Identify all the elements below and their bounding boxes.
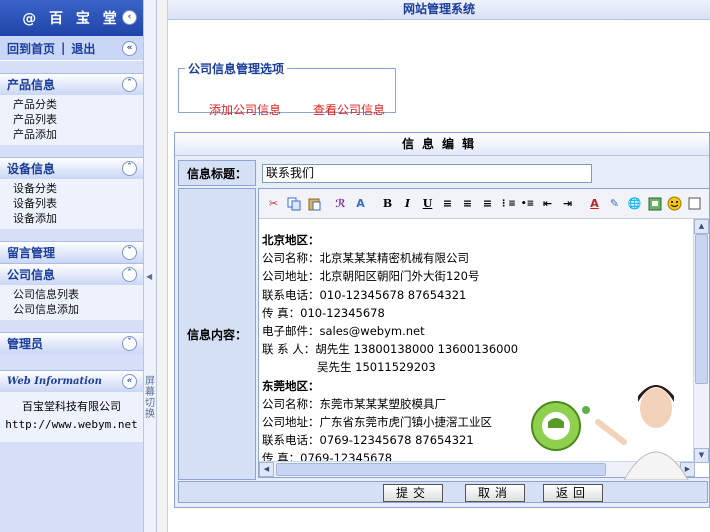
- title-row: 信息标题： 联系我们: [178, 160, 708, 186]
- link-icon[interactable]: 🌐: [626, 195, 643, 212]
- quick-links: 回到首页 | 退出 «: [0, 36, 143, 61]
- menu-item-equipment-list[interactable]: 设备列表: [13, 196, 143, 211]
- image-icon[interactable]: [646, 195, 663, 212]
- scroll-down-icon[interactable]: ▼: [694, 448, 709, 463]
- logo-text: @ 百 宝 堂: [22, 11, 121, 27]
- add-company-info-link[interactable]: 添加公司信息: [209, 101, 281, 118]
- align-center-icon[interactable]: ≡: [459, 195, 476, 212]
- content-line: 传 真：010-12345678: [262, 305, 385, 320]
- menu-item-company-list[interactable]: 公司信息列表: [13, 287, 143, 302]
- menu-header-equipment[interactable]: 设备信息 ˆ: [0, 157, 143, 179]
- page-title: 网站管理系统: [168, 0, 710, 20]
- indent-icon[interactable]: ⇥: [559, 195, 576, 212]
- vertical-scroll-thumb[interactable]: [695, 234, 708, 384]
- menu-item-company-add[interactable]: 公司信息添加: [13, 302, 143, 317]
- web-information-header: Web Information «: [0, 370, 143, 392]
- frame-divider: [157, 0, 168, 532]
- menu-header-messages[interactable]: 留言管理 ˇ: [0, 241, 143, 263]
- company-name: 百宝堂科技有限公司: [22, 400, 121, 413]
- emoticon-icon[interactable]: [666, 195, 683, 212]
- underline-icon[interactable]: U: [419, 195, 436, 212]
- collapse-arrow-icon[interactable]: ◀: [146, 272, 152, 281]
- content-label: 信息内容：: [178, 188, 256, 480]
- title-label: 信息标题：: [178, 160, 256, 186]
- company-url: http://www.webym.net: [5, 418, 138, 431]
- paste-icon[interactable]: [305, 195, 322, 212]
- customer-service-illustration: [531, 385, 689, 480]
- ordered-list-icon[interactable]: ⋮≡: [499, 195, 516, 212]
- title-input[interactable]: 联系我们: [262, 164, 592, 183]
- menu-title: 管理员: [7, 337, 44, 351]
- web-information-title: Web Information: [7, 376, 102, 387]
- copy-icon[interactable]: [285, 195, 302, 212]
- collapse-sidebar-icon[interactable]: ‹: [122, 10, 137, 25]
- expand-down-icon[interactable]: ˇ: [122, 336, 137, 351]
- options-legend: 公司信息管理选项: [188, 62, 285, 76]
- collapse-up-icon[interactable]: ˆ: [122, 77, 137, 92]
- content-line: 联 系 人：胡先生 13800138000 13600136000: [262, 342, 519, 357]
- form-actions: 提交 取消 返回: [178, 481, 708, 503]
- menu-messages: 留言管理 ˇ: [0, 241, 143, 263]
- home-link[interactable]: 回到首页: [7, 40, 55, 57]
- menu-header-admin[interactable]: 管理员 ˇ: [0, 332, 143, 354]
- align-right-icon[interactable]: ≡: [479, 195, 496, 212]
- menu-equipment: 设备信息 ˆ 设备分类 设备列表 设备添加: [0, 157, 143, 229]
- menu-title: 公司信息: [7, 268, 56, 282]
- form-heading: 信息编辑: [175, 133, 709, 156]
- font-style-icon[interactable]: ℛ: [332, 195, 349, 212]
- expand-down-icon[interactable]: ˇ: [122, 245, 137, 260]
- brand-logo: @ 百 宝 堂 ‹: [0, 0, 143, 36]
- menu-header-company[interactable]: 公司信息 ˆ: [0, 263, 143, 285]
- options-group: 公司信息管理选项 添加公司信息 查看公司信息: [178, 60, 396, 117]
- menu-title: 产品信息: [7, 78, 56, 92]
- submit-button[interactable]: 提交: [383, 484, 443, 502]
- cut-icon[interactable]: ✂: [265, 195, 282, 212]
- menu-product: 产品信息 ˆ 产品分类 产品列表 产品添加: [0, 73, 143, 145]
- more-icon[interactable]: [686, 195, 703, 212]
- menu-admin: 管理员 ˇ: [0, 332, 143, 354]
- menu-title: 设备信息: [7, 162, 56, 176]
- font-color-icon[interactable]: A: [586, 195, 603, 212]
- screen-toggle-label[interactable]: 屏幕切换: [144, 376, 156, 420]
- menu-item-equipment-add[interactable]: 设备添加: [13, 211, 143, 226]
- content-line: 公司名称：北京某某某精密机械有限公司: [262, 251, 469, 266]
- collapse-panel-icon[interactable]: «: [122, 374, 137, 389]
- collapse-up-icon[interactable]: ˆ: [122, 267, 137, 282]
- collapse-links-icon[interactable]: «: [122, 41, 137, 56]
- font-size-icon[interactable]: A: [352, 195, 369, 212]
- outdent-icon[interactable]: ⇤: [539, 195, 556, 212]
- menu-header-product[interactable]: 产品信息 ˆ: [0, 73, 143, 95]
- menu-item-product-add[interactable]: 产品添加: [13, 127, 143, 142]
- cancel-button[interactable]: 取消: [465, 484, 525, 502]
- menu-item-equipment-category[interactable]: 设备分类: [13, 181, 143, 196]
- menu-item-product-category[interactable]: 产品分类: [13, 97, 143, 112]
- logout-link[interactable]: 退出: [71, 40, 95, 57]
- menu-item-product-list[interactable]: 产品列表: [13, 112, 143, 127]
- highlight-icon[interactable]: ✎: [606, 195, 623, 212]
- collapse-up-icon[interactable]: ˆ: [122, 161, 137, 176]
- menu-title: 留言管理: [7, 246, 56, 260]
- menu-company: 公司信息 ˆ 公司信息列表 公司信息添加: [0, 263, 143, 320]
- screen-toggle-splitter[interactable]: ◀ 屏幕切换: [143, 0, 157, 532]
- italic-icon[interactable]: I: [399, 195, 416, 212]
- sidebar: @ 百 宝 堂 ‹ 回到首页 | 退出 « 产品信息 ˆ 产品分类 产品列表 产…: [0, 0, 143, 532]
- back-button[interactable]: 返回: [543, 484, 603, 502]
- align-left-icon[interactable]: ≡: [439, 195, 456, 212]
- content-line: 电子邮件：sales@webym.net: [262, 324, 425, 339]
- scroll-up-icon[interactable]: ▲: [694, 219, 709, 234]
- content-line: 北京地区：: [262, 233, 320, 247]
- scroll-left-icon[interactable]: ◀: [259, 462, 274, 477]
- view-company-info-link[interactable]: 查看公司信息: [313, 101, 385, 118]
- link-separator: |: [61, 41, 66, 55]
- content-line: 公司地址：北京朝阳区朝阳门外大街120号: [262, 269, 480, 284]
- web-information-panel: Web Information « 百宝堂科技有限公司 http://www.w…: [0, 370, 143, 442]
- editor-toolbar: ✂ ℛ A B I U ≡ ≡ ≡ ⋮≡ •≡ ⇤ ⇥ A ✎ 🌐: [259, 189, 709, 219]
- bold-icon[interactable]: B: [379, 195, 396, 212]
- content-line: 联系电话：010-12345678 87654321: [262, 287, 467, 302]
- unordered-list-icon[interactable]: •≡: [519, 195, 536, 212]
